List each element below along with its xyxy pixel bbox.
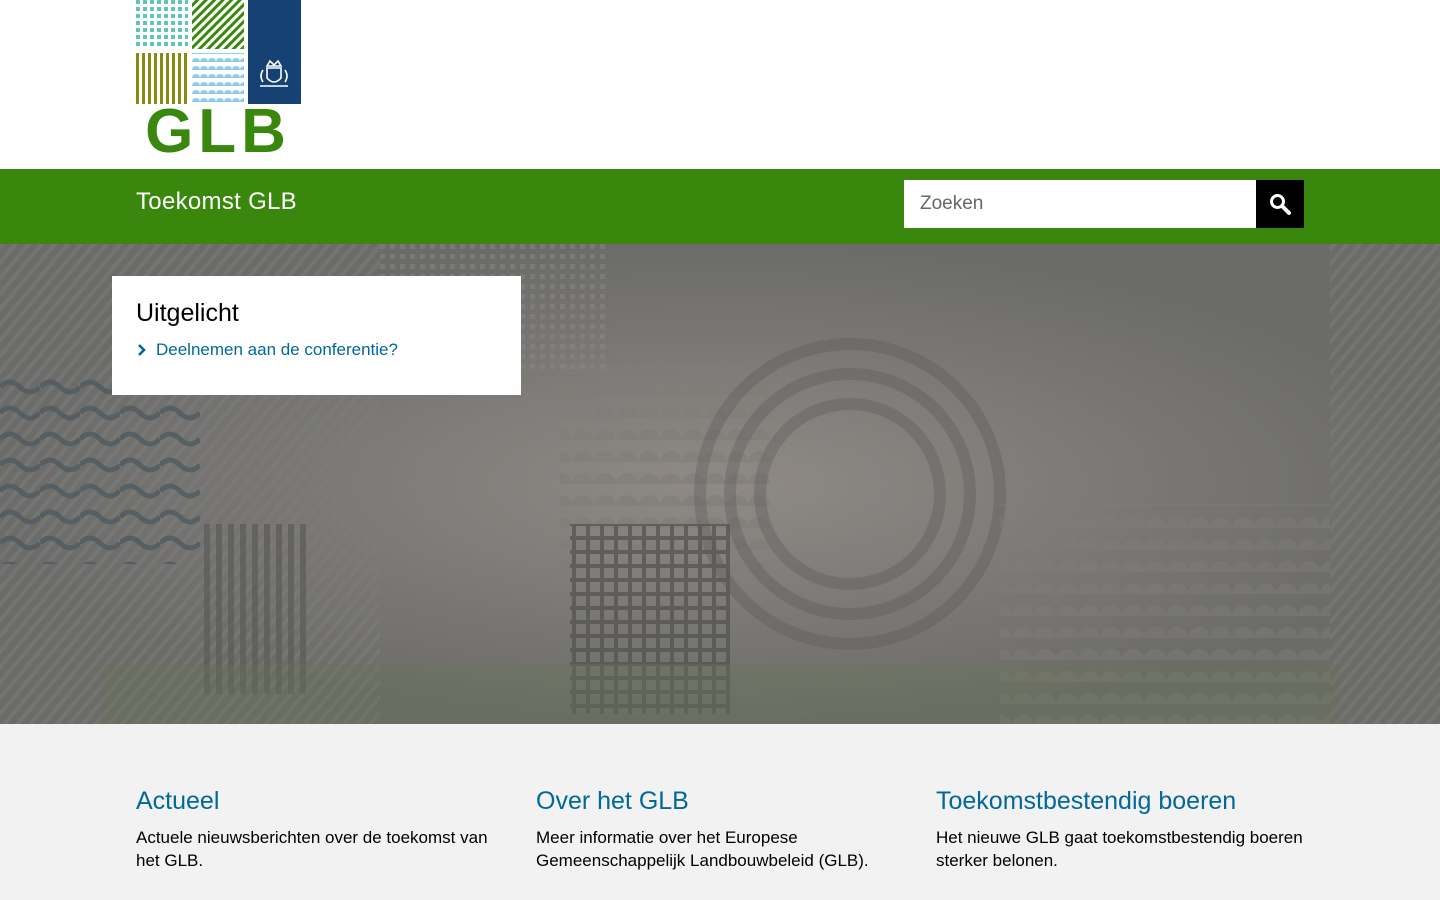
featured-panel: Uitgelicht Deelnemen aan de conferentie? xyxy=(112,276,521,395)
section-title-actueel[interactable]: Actueel xyxy=(136,784,506,818)
main-navbar: Toekomst GLB xyxy=(0,169,1440,244)
topic-sections: Actueel Actuele nieuwsberichten over de … xyxy=(0,724,1440,900)
site-title-link[interactable]: Toekomst GLB xyxy=(136,188,297,216)
section-title-over-het-glb[interactable]: Over het GLB xyxy=(536,784,906,818)
glb-logo[interactable]: GLB xyxy=(136,0,301,166)
featured-list: Deelnemen aan de conferentie? xyxy=(136,340,497,360)
section-text-over-het-glb: Meer informatie over het Europese Gemeen… xyxy=(536,828,869,870)
search-button[interactable] xyxy=(1256,180,1304,228)
featured-title: Uitgelicht xyxy=(136,299,239,327)
section-text-actueel: Actuele nieuwsberichten over de toekomst… xyxy=(136,828,488,870)
search-icon xyxy=(1270,194,1291,215)
featured-link-label: Deelnemen aan de conferentie? xyxy=(156,340,398,359)
list-item: Deelnemen aan de conferentie? xyxy=(136,340,497,360)
featured-link-conference[interactable]: Deelnemen aan de conferentie? xyxy=(136,340,497,360)
section-actueel: Actueel Actuele nieuwsberichten over de … xyxy=(136,784,506,872)
chevron-right-icon xyxy=(136,343,147,357)
glb-logo-pattern xyxy=(136,0,301,104)
section-toekomstbestendig-boeren: Toekomstbestendig boeren Het nieuwe GLB … xyxy=(936,784,1306,872)
search-input[interactable] xyxy=(904,180,1256,228)
site-header: GLB xyxy=(0,0,1440,169)
section-text-toekomstbestendig-boeren: Het nieuwe GLB gaat toekomstbestendig bo… xyxy=(936,828,1303,870)
section-title-toekomstbestendig-boeren[interactable]: Toekomstbestendig boeren xyxy=(936,784,1306,818)
search-form xyxy=(904,180,1304,228)
glb-logo-text: GLB xyxy=(145,97,291,166)
hero-banner: Uitgelicht Deelnemen aan de conferentie? xyxy=(0,244,1440,724)
section-over-het-glb: Over het GLB Meer informatie over het Eu… xyxy=(536,784,906,872)
